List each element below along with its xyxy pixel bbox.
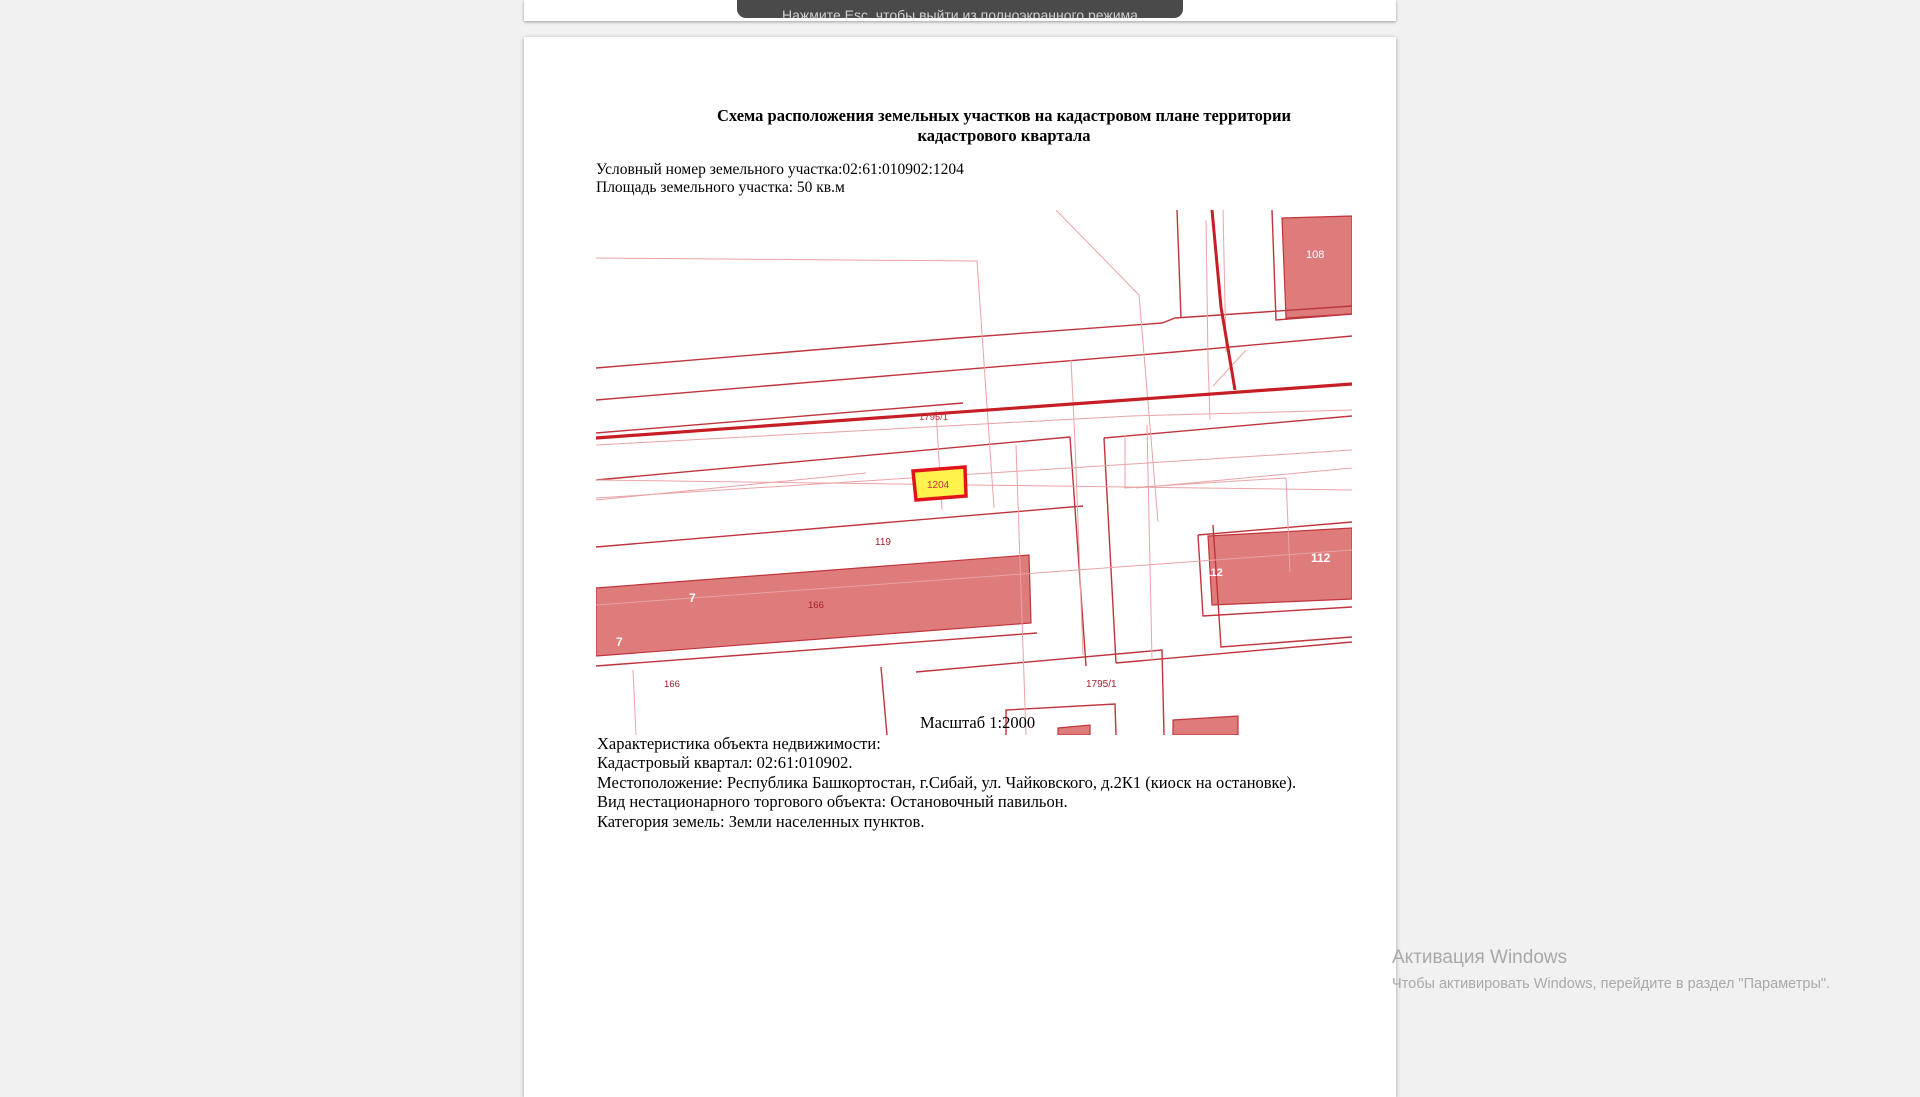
characteristics-land-category: Категория земель: Земли населенных пункт… [597,812,925,831]
thin-line-5 [596,409,1352,446]
label-road-top: 1795/1 [919,412,948,423]
document-page: Схема расположения земельных участков на… [524,37,1396,1097]
label-building-7-b: 7 [616,635,623,649]
lot-119-top [596,436,1071,481]
activation-title: Активация Windows [1392,947,1568,968]
lot-top-right-1 [1176,210,1182,319]
fullscreen-toast: Нажмите Esc, чтобы выйти из полноэкранно… [737,0,1183,18]
lot-119-right [1069,436,1087,667]
thin-line-6 [1146,424,1153,661]
cadastral-map: 1204 1795/1 1795/1 119 119 166 166 7 7 1… [596,210,1352,735]
label-lot-166-a: 166 [808,600,824,611]
building-bottom2-shape [1057,724,1091,735]
cadastral-map-svg: 1204 1795/1 1795/1 119 119 166 166 7 7 1… [596,210,1352,735]
lot-119-inner [596,505,1084,548]
label-lot-166-b: 166 [664,679,680,690]
label-building-7-a: 7 [689,591,696,605]
building-bottom-shape [1172,715,1239,735]
label-building-108: 108 [1306,249,1324,261]
document-title-line2: кадастрового квартала [917,126,1091,145]
label-lot-119-a: 119 [875,537,891,548]
characteristics-location: Местоположение: Республика Башкортостан,… [597,773,1297,792]
thin-line-4 [596,449,1352,499]
fullscreen-toast-text: Нажмите Esc, чтобы выйти из полноэкранно… [782,7,1138,18]
building-112-shape [1207,527,1352,606]
block-right-left [1103,437,1117,664]
thin-line-11 [1205,219,1211,421]
label-road-right: 1795/1 [1086,679,1117,690]
label-building-112: 112 [1311,551,1331,565]
parcel-area: Площадь земельного участка: 50 кв.м [596,179,845,196]
windows-activation-watermark: Активация Windows Чтобы активировать Win… [1392,946,1830,994]
road-boundary-3 [596,335,1352,401]
map-scale: Масштаб 1:2000 [920,713,1036,732]
lot-bottom-1 [880,666,888,735]
activation-subtitle: Чтобы активировать Windows, перейдите в … [1392,976,1831,992]
document-title: Схема расположения земельных участков на… [654,106,1354,146]
road-boundary-1 [596,317,1176,369]
building-108-shape [1281,215,1352,319]
road-main-line [596,382,1352,440]
label-building-112-left: 112 [1205,567,1223,579]
thin-line-15 [1135,467,1352,489]
label-parcel-1204: 1204 [927,480,950,491]
parcel-number: Условный номер земельного участка:02:61:… [596,161,964,178]
document-title-line1: Схема расположения земельных участков на… [716,106,1292,125]
characteristics-heading: Характеристика объекта недвижимости: [597,734,881,753]
thin-line-3 [596,472,867,501]
characteristics-quarter: Кадастровый квартал: 02:61:010902. [597,753,853,772]
characteristics-object-type: Вид нестационарного торгового объекта: О… [597,792,1068,811]
block-right-top [1103,415,1352,439]
thin-line-8 [632,669,637,735]
